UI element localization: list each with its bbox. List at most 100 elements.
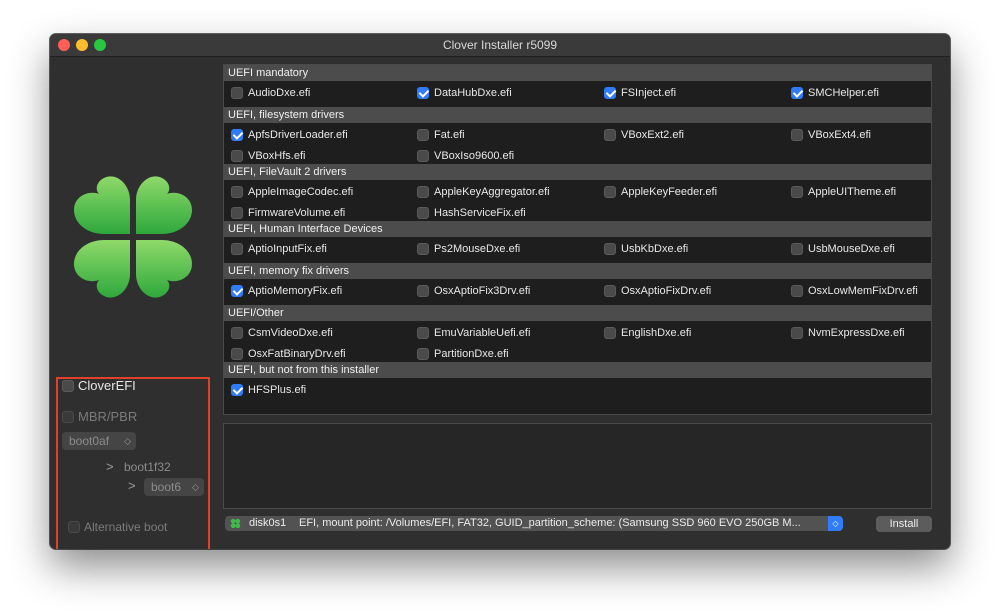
target-disk-popup[interactable]: disk0s1 EFI, mount point: /Volumes/EFI, …	[225, 516, 843, 531]
efi-driver-checkbox[interactable]	[604, 87, 616, 100]
efi-driver-item[interactable]: VBoxExt4.efi	[791, 129, 871, 142]
efi-driver-checkbox[interactable]	[791, 186, 803, 199]
boot0-popup-value: boot0af	[69, 434, 110, 448]
efi-driver-checkbox[interactable]	[417, 186, 429, 199]
efi-driver-item[interactable]: OsxLowMemFixDrv.efi	[791, 285, 918, 298]
efi-driver-checkbox[interactable]	[604, 285, 616, 298]
efi-driver-checkbox[interactable]	[417, 285, 429, 298]
efi-driver-item[interactable]: EmuVariableUefi.efi	[417, 327, 530, 340]
efi-driver-item[interactable]: EnglishDxe.efi	[604, 327, 691, 340]
efi-driver-item[interactable]: OsxAptioFix3Drv.efi	[417, 285, 531, 298]
efi-driver-checkbox[interactable]	[417, 129, 429, 142]
efi-driver-item[interactable]: AptioInputFix.efi	[231, 243, 327, 256]
efi-driver-item[interactable]: VBoxHfs.efi	[231, 150, 306, 163]
mbr-pbr-checkbox[interactable]	[62, 410, 74, 423]
efi-driver-item[interactable]: UsbMouseDxe.efi	[791, 243, 895, 256]
efi-driver-item[interactable]: AppleUITheme.efi	[791, 186, 897, 199]
efi-driver-item[interactable]: AptioMemoryFix.efi	[231, 285, 342, 298]
efi-driver-checkbox[interactable]	[417, 243, 429, 256]
efi-driver-checkbox[interactable]	[417, 207, 429, 220]
efi-driver-item[interactable]: DataHubDxe.efi	[417, 87, 512, 100]
efi-driver-checkbox[interactable]	[604, 243, 616, 256]
efi-driver-item[interactable]: OsxAptioFixDrv.efi	[604, 285, 711, 298]
efi-driver-label: AppleUITheme.efi	[808, 186, 897, 199]
efi-driver-item[interactable]: AppleKeyFeeder.efi	[604, 186, 717, 199]
window-title: Clover Installer r5099	[442, 38, 558, 52]
chevron-right-icon[interactable]: >	[106, 459, 114, 474]
efi-driver-label: AppleImageCodec.efi	[248, 186, 354, 199]
efi-driver-item[interactable]: OsxFatBinaryDrv.efi	[231, 348, 346, 361]
chevron-right-icon[interactable]: >	[128, 478, 136, 493]
efi-driver-checkbox[interactable]	[791, 327, 803, 340]
alternative-boot-checkbox-row[interactable]: Alternative boot	[68, 519, 167, 534]
efi-driver-checkbox[interactable]	[417, 150, 429, 163]
efi-driver-checkbox[interactable]	[231, 243, 243, 256]
efi-driver-label: AptioInputFix.efi	[248, 243, 327, 256]
section-header: UEFI/Other	[224, 305, 931, 321]
efi-driver-checkbox[interactable]	[231, 384, 243, 397]
efi-driver-item[interactable]: ApfsDriverLoader.efi	[231, 129, 348, 142]
efi-driver-item[interactable]: VBoxIso9600.efi	[417, 150, 515, 163]
efi-driver-checkbox[interactable]	[231, 129, 243, 142]
efi-driver-item[interactable]: HashServiceFix.efi	[417, 207, 526, 220]
efi-driver-item[interactable]: NvmExpressDxe.efi	[791, 327, 905, 340]
efi-driver-checkbox[interactable]	[231, 285, 243, 298]
efi-driver-item[interactable]: AppleKeyAggregator.efi	[417, 186, 550, 199]
efi-driver-checkbox[interactable]	[231, 186, 243, 199]
efi-driver-label: AppleKeyAggregator.efi	[434, 186, 550, 199]
clover-efi-checkbox-row[interactable]: CloverEFI	[62, 377, 136, 393]
efi-driver-checkbox[interactable]	[604, 129, 616, 142]
efi-driver-item[interactable]: FirmwareVolume.efi	[231, 207, 345, 220]
efi-driver-item[interactable]: Fat.efi	[417, 129, 465, 142]
efi-driver-item[interactable]: HFSPlus.efi	[231, 384, 306, 397]
mbr-pbr-checkbox-row[interactable]: MBR/PBR	[62, 408, 137, 424]
clover-efi-label: CloverEFI	[78, 378, 136, 394]
efi-driver-checkbox[interactable]	[231, 348, 243, 361]
section-header: UEFI, but not from this installer	[224, 362, 931, 378]
efi-driver-label: CsmVideoDxe.efi	[248, 327, 333, 340]
efi-driver-label: OsxLowMemFixDrv.efi	[808, 285, 918, 298]
efi-driver-checkbox[interactable]	[604, 186, 616, 199]
efi-driver-label: NvmExpressDxe.efi	[808, 327, 905, 340]
efi-driver-checkbox[interactable]	[231, 87, 243, 100]
efi-driver-checkbox[interactable]	[417, 327, 429, 340]
boot-popup[interactable]: boot6 ◇	[144, 478, 204, 496]
efi-driver-label: VBoxHfs.efi	[248, 150, 306, 163]
efi-driver-checkbox[interactable]	[417, 348, 429, 361]
efi-driver-label: UsbKbDxe.efi	[621, 243, 689, 256]
efi-driver-item[interactable]: SMCHelper.efi	[791, 87, 879, 100]
efi-driver-item[interactable]: PartitionDxe.efi	[417, 348, 509, 361]
efi-driver-checkbox[interactable]	[417, 87, 429, 100]
install-button[interactable]: Install	[876, 516, 932, 532]
efi-driver-checkbox[interactable]	[231, 327, 243, 340]
efi-driver-checkbox[interactable]	[791, 87, 803, 100]
clover-efi-checkbox[interactable]	[62, 379, 74, 392]
boot-popup-value: boot6	[151, 480, 182, 494]
efi-driver-item[interactable]: Ps2MouseDxe.efi	[417, 243, 520, 256]
efi-driver-item[interactable]: UsbKbDxe.efi	[604, 243, 689, 256]
efi-driver-item[interactable]: AppleImageCodec.efi	[231, 186, 354, 199]
efi-driver-label: VBoxIso9600.efi	[434, 150, 515, 163]
efi-driver-item[interactable]: FSInject.efi	[604, 87, 677, 100]
efi-driver-checkbox[interactable]	[791, 285, 803, 298]
boot0-popup[interactable]: boot0af ◇	[62, 432, 136, 450]
popup-arrows-icon: ◇	[192, 482, 199, 492]
section-header: UEFI, Human Interface Devices	[224, 221, 931, 237]
efi-driver-checkbox[interactable]	[231, 207, 243, 220]
alternative-boot-checkbox[interactable]	[68, 520, 80, 533]
mbr-pbr-label: MBR/PBR	[78, 409, 138, 425]
efi-driver-label: ApfsDriverLoader.efi	[248, 129, 348, 142]
efi-driver-label: FSInject.efi	[621, 87, 677, 100]
efi-driver-label: DataHubDxe.efi	[434, 87, 512, 100]
efi-driver-label: VBoxExt4.efi	[808, 129, 871, 142]
efi-driver-item[interactable]: VBoxExt2.efi	[604, 129, 684, 142]
efi-driver-checkbox[interactable]	[231, 150, 243, 163]
efi-driver-item[interactable]: AudioDxe.efi	[231, 87, 310, 100]
section-header: UEFI, filesystem drivers	[224, 107, 931, 123]
efi-driver-label: OsxAptioFix3Drv.efi	[434, 285, 531, 298]
efi-driver-checkbox[interactable]	[791, 243, 803, 256]
efi-driver-checkbox[interactable]	[604, 327, 616, 340]
efi-driver-checkbox[interactable]	[791, 129, 803, 142]
efi-driver-item[interactable]: CsmVideoDxe.efi	[231, 327, 333, 340]
popup-arrows-icon: ◇	[828, 516, 843, 531]
